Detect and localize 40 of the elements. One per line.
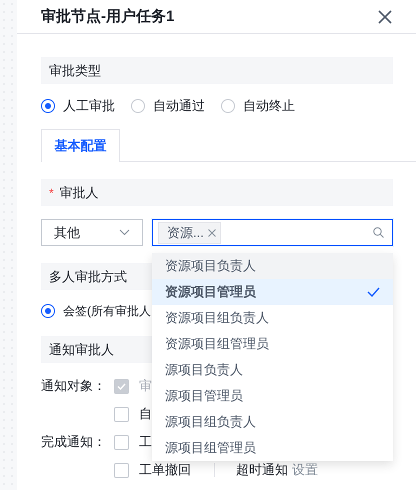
field-label: 超时通知 [236, 461, 288, 479]
dropdown-option[interactable]: 源项目组负责人 [152, 409, 393, 435]
search-icon [373, 227, 384, 238]
checkbox-label: 审 [139, 377, 152, 395]
approver-picker[interactable]: 资源... [152, 219, 393, 246]
field-label: 通知对象： [41, 378, 106, 393]
close-icon[interactable] [378, 10, 392, 24]
radio-circle[interactable] [41, 304, 55, 318]
dropdown-option[interactable]: 资源项目负责人 [152, 253, 393, 279]
check-icon [117, 382, 126, 390]
check-icon [367, 287, 380, 297]
radio-option[interactable]: 自动终止 [221, 97, 295, 115]
checkbox-label: 工单撤回 [139, 461, 191, 479]
dropdown-option[interactable]: 资源项目管理员 [152, 279, 393, 305]
checkbox[interactable] [114, 434, 129, 450]
checkbox[interactable] [114, 406, 129, 422]
checkbox-label: 工 [139, 433, 152, 451]
field-label: 完成通知： [41, 434, 106, 449]
radio-option[interactable]: 人工审批 [41, 97, 115, 115]
chevron-down-icon [119, 229, 130, 236]
dropdown-option[interactable]: 源项目管理员 [152, 383, 393, 409]
radio-label: 自动终止 [243, 97, 295, 115]
dropdown-option[interactable]: 源项目组管理员 [152, 435, 393, 461]
section-title: 审批人 [60, 184, 99, 202]
type-select[interactable]: 其他 [41, 219, 143, 246]
radio-label: 自动通过 [153, 97, 205, 115]
close-icon[interactable] [208, 228, 216, 236]
radio-circle[interactable] [41, 99, 55, 113]
dialog-title: 审批节点-用户任务1 [41, 7, 174, 26]
selected-tag: 资源... [158, 222, 221, 244]
checkbox[interactable] [114, 462, 129, 478]
radio-label: 会签(所有审批人 [63, 302, 151, 320]
dropdown-option[interactable]: 资源项目组负责人 [152, 305, 393, 331]
checkbox-label: 自 [139, 405, 152, 423]
section-header: 审批类型 [41, 57, 393, 84]
radio-option[interactable]: 会签(所有审批人 [41, 302, 151, 320]
tab[interactable]: 基本配置 [41, 129, 120, 162]
radio-label: 人工审批 [63, 97, 115, 115]
radio-option[interactable]: 自动通过 [131, 97, 205, 115]
required-mark: * [49, 186, 54, 200]
